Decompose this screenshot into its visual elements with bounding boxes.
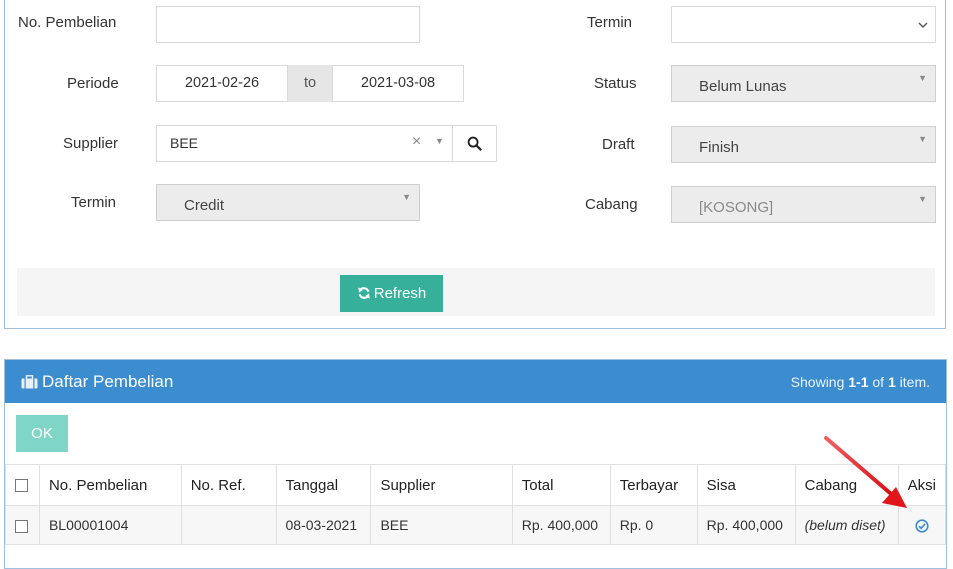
chevron-down-icon: ▼	[918, 73, 927, 83]
row-aksi-cell	[897, 505, 947, 545]
list-title: Daftar Pembelian	[42, 372, 174, 391]
supplier-clear-icon[interactable]: ×	[412, 133, 421, 151]
periode-to-input[interactable]: 2021-03-08	[332, 65, 464, 102]
header-aksi: Aksi	[897, 464, 947, 506]
header-sisa[interactable]: Sisa	[696, 464, 796, 506]
header-supplier[interactable]: Supplier	[370, 464, 513, 506]
row-no-pembelian-link[interactable]: BL00001004	[38, 505, 182, 545]
check-circle-icon[interactable]	[915, 519, 929, 533]
row-terbayar: Rp. 0	[609, 505, 698, 545]
refresh-icon	[358, 287, 370, 299]
chevron-down-icon: ▼	[918, 194, 927, 204]
draft-label: Draft	[602, 136, 635, 153]
list-panel: Daftar Pembelian Showing 1-1 of 1 item. …	[4, 359, 947, 569]
row-cabang: (belum diset)	[794, 505, 899, 545]
header-tanggal[interactable]: Tanggal	[275, 464, 372, 506]
cabang-label: Cabang	[585, 196, 638, 213]
header-no-ref[interactable]: No. Ref.	[180, 464, 277, 506]
cabang-value: [KOSONG]	[699, 199, 774, 216]
briefcase-icon	[21, 375, 38, 389]
showing-range: 1-1	[848, 374, 869, 390]
filter-panel: No. Pembelian Periode 2021-02-26 to 2021…	[4, 0, 946, 329]
refresh-bar	[17, 268, 935, 316]
select-all-checkbox[interactable]	[15, 479, 28, 493]
table-header-row: No. Pembelian No. Ref. Tanggal Supplier …	[5, 464, 947, 506]
status-label: Status	[594, 75, 637, 92]
header-select-all[interactable]	[5, 464, 40, 506]
termin-right-label: Termin	[587, 14, 633, 31]
header-total[interactable]: Total	[511, 464, 611, 506]
cabang-select[interactable]: [KOSONG] ▼	[671, 186, 936, 223]
periode-from-input[interactable]: 2021-02-26	[156, 65, 288, 102]
refresh-button[interactable]: Refresh	[340, 275, 443, 312]
supplier-label: Supplier	[63, 135, 119, 152]
header-terbayar[interactable]: Terbayar	[609, 464, 698, 506]
draft-value: Finish	[699, 139, 740, 156]
termin-right-select[interactable]	[671, 6, 936, 43]
row-sisa: Rp. 400,000	[696, 505, 796, 545]
no-pembelian-label: No. Pembelian	[18, 14, 117, 31]
search-icon	[467, 136, 482, 151]
showing-total: 1	[887, 374, 896, 390]
pembelian-table: No. Pembelian No. Ref. Tanggal Supplier …	[5, 464, 947, 545]
refresh-label: Refresh	[373, 285, 427, 302]
supplier-search-button[interactable]	[452, 125, 497, 162]
status-select[interactable]: Belum Lunas ▼	[671, 65, 936, 102]
row-total: Rp. 400,000	[511, 505, 611, 545]
periode-label: Periode	[67, 75, 119, 92]
showing-of: of	[868, 374, 888, 390]
row-tanggal: 08-03-2021	[275, 505, 372, 545]
draft-select[interactable]: Finish ▼	[671, 126, 936, 163]
showing-summary: Showing 1-1 of 1 item.	[791, 374, 930, 390]
termin-left-select[interactable]: Credit ▼	[156, 184, 420, 221]
table-row: BL00001004 08-03-2021 BEE Rp. 400,000 Rp…	[5, 505, 947, 545]
showing-suffix: item.	[895, 374, 930, 390]
supplier-caret-icon[interactable]: ▼	[435, 136, 444, 146]
supplier-select[interactable]: BEE × ▼	[156, 125, 453, 162]
termin-left-value: Credit	[184, 197, 225, 214]
row-select-cell[interactable]	[5, 505, 40, 545]
chevron-down-icon: ▼	[918, 134, 927, 144]
status-value: Belum Lunas	[699, 78, 787, 95]
periode-separator: to	[288, 65, 332, 102]
termin-left-label: Termin	[71, 194, 117, 211]
row-supplier: BEE	[370, 505, 513, 545]
ok-button[interactable]: OK	[16, 415, 68, 452]
header-cabang[interactable]: Cabang	[794, 464, 899, 506]
showing-prefix: Showing	[790, 374, 849, 390]
no-pembelian-input[interactable]	[156, 6, 420, 43]
header-no-pembelian[interactable]: No. Pembelian	[38, 464, 182, 506]
supplier-value: BEE	[170, 135, 199, 151]
chevron-down-icon	[918, 22, 928, 28]
chevron-down-icon: ▼	[402, 192, 411, 202]
row-checkbox[interactable]	[15, 519, 28, 533]
list-header: Daftar Pembelian Showing 1-1 of 1 item.	[5, 360, 946, 403]
row-no-ref	[180, 505, 277, 545]
